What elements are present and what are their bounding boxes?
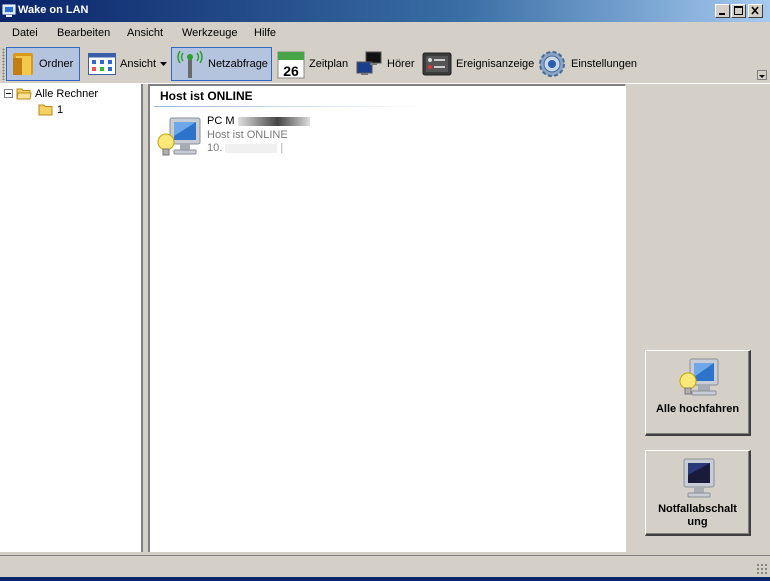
minimize-button[interactable]: [715, 4, 730, 18]
shutdown-computer-icon: [683, 458, 715, 498]
einstellungen-label: Einstellungen: [571, 58, 638, 70]
window-title: Wake on LAN: [18, 4, 89, 16]
antenna-icon: [177, 50, 203, 78]
maximize-icon: [734, 6, 743, 15]
ansicht-button[interactable]: Ansicht: [84, 47, 172, 81]
taskbar-edge: [0, 577, 770, 581]
minimize-icon: [719, 13, 725, 15]
einstellungen-button[interactable]: Einstellungen: [533, 47, 639, 81]
netzabfrage-button[interactable]: Netzabfrage: [171, 47, 272, 81]
tree-label: Alle Rechner: [35, 87, 98, 100]
title-bar: Wake on LAN: [0, 0, 770, 22]
zeitplan-label: Zeitplan: [309, 58, 349, 70]
dropdown-arrow-icon: [160, 62, 168, 66]
ordner-button[interactable]: Ordner: [6, 47, 80, 81]
wake-all-button[interactable]: Alle hochfahren: [645, 350, 751, 436]
menu-bar: Datei Bearbeiten Ansicht Werkzeuge Hilfe: [0, 22, 770, 44]
menu-hilfe[interactable]: Hilfe: [254, 27, 276, 39]
host-ip: 10. |: [207, 142, 284, 154]
emergency-shutdown-label: Notfallabschalt ung: [658, 503, 737, 528]
menu-bearbeiten[interactable]: Bearbeiten: [57, 27, 110, 39]
folder-icon: [13, 53, 33, 75]
hoerer-label: Hörer: [387, 58, 415, 70]
ansicht-label: Ansicht: [120, 58, 157, 70]
host-status: Host ist ONLINE: [207, 129, 288, 141]
event-viewer-icon: [422, 52, 452, 76]
network-monitors-icon: [356, 51, 382, 75]
menu-datei[interactable]: Datei: [12, 27, 38, 39]
view-grid-icon: [88, 53, 116, 75]
toolbar-overflow-button[interactable]: [757, 70, 767, 80]
toolbar-grip[interactable]: [2, 48, 5, 80]
gear-icon: [539, 51, 565, 77]
hoerer-button[interactable]: Hörer: [351, 47, 417, 81]
action-panel: Alle hochfahren Notfallabschalt ung: [628, 84, 770, 552]
emergency-shutdown-button[interactable]: Notfallabschalt ung: [645, 450, 751, 536]
zeitplan-button[interactable]: 26 Zeitplan: [273, 47, 349, 81]
menu-ansicht[interactable]: Ansicht: [127, 27, 163, 39]
chevron-down-icon: [759, 75, 765, 78]
folder-tree: Alle Rechner 1: [0, 84, 143, 552]
online-computer-icon: [157, 117, 201, 156]
ereignisanzeige-label: Ereignisanzeige: [456, 58, 535, 70]
status-bar: [0, 555, 770, 577]
ordner-label: Ordner: [39, 58, 74, 70]
toolbar: Ordner Ansicht Netzabfrage 26 Zeitplan H…: [0, 44, 770, 84]
app-icon: [2, 4, 16, 17]
calendar-icon: 26: [277, 51, 305, 79]
tree-item-1[interactable]: 1: [38, 103, 63, 116]
host-item[interactable]: PC M Host ist ONLINE 10. |: [156, 114, 316, 166]
wake-all-label: Alle hochfahren: [655, 403, 740, 415]
tree-item-alle-rechner[interactable]: Alle Rechner: [4, 87, 98, 100]
redacted-block: [225, 143, 278, 153]
collapse-toggle[interactable]: [4, 89, 13, 98]
ereignisanzeige-button[interactable]: Ereignisanzeige: [418, 47, 535, 81]
redacted-block: [237, 116, 310, 126]
group-header: Host ist ONLINE: [160, 89, 253, 103]
host-list: Host ist ONLINE PC M Host ist ONLINE 10.…: [148, 84, 626, 552]
resize-grip[interactable]: [756, 563, 768, 575]
wake-computer-icon: [679, 358, 719, 396]
maximize-button[interactable]: [731, 4, 746, 18]
calendar-day: 26: [283, 63, 299, 79]
host-name: PC M: [207, 115, 310, 127]
tree-label: 1: [57, 103, 64, 116]
netzabfrage-label: Netzabfrage: [208, 58, 268, 70]
close-button[interactable]: [748, 4, 763, 18]
folder-open-icon: [16, 88, 32, 100]
group-divider: [154, 106, 424, 107]
folder-icon: [38, 104, 53, 116]
menu-werkzeuge[interactable]: Werkzeuge: [182, 27, 237, 39]
close-icon: [751, 6, 759, 15]
